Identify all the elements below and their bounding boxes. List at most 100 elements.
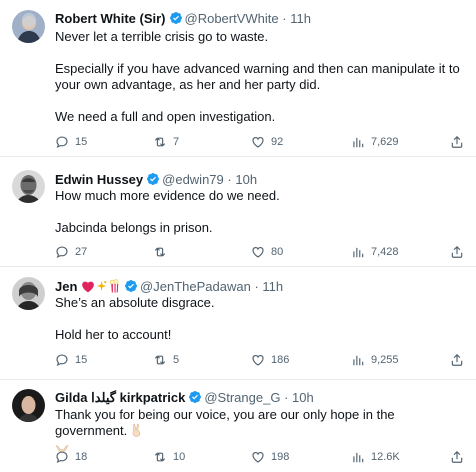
action-bar: 15 7 92 7,629: [55, 134, 470, 150]
timestamp[interactable]: 10h: [235, 172, 257, 187]
tweet-text: Never let a terrible crisis go to waste.…: [55, 29, 465, 125]
retweet-count: 5: [173, 354, 180, 366]
retweet-button[interactable]: [153, 244, 173, 260]
verified-badge-icon: [169, 11, 183, 25]
view-count: 7,629: [371, 136, 399, 148]
user-handle[interactable]: @RobertVWhite: [185, 11, 279, 26]
retweet-count: 10: [173, 451, 186, 463]
reply-icon: [55, 135, 69, 149]
retweet-icon: [153, 245, 167, 259]
like-icon: [251, 245, 265, 259]
tweet[interactable]: Gilda گیلدا kirkpatrick @Strange_G · 10h …: [0, 380, 476, 472]
reply-button[interactable]: 18: [55, 449, 87, 465]
like-count: 92: [271, 136, 284, 148]
retweet-icon: [153, 135, 167, 149]
views-icon: [351, 450, 365, 464]
share-button[interactable]: [450, 449, 464, 465]
like-icon: [251, 450, 265, 464]
tweet-paragraph: Jabcinda belongs in prison.: [55, 220, 213, 235]
reply-count: 15: [75, 136, 88, 148]
reply-icon: [55, 245, 69, 259]
retweet-button[interactable]: 10: [153, 449, 185, 465]
share-button[interactable]: [450, 244, 464, 260]
tweet-header: Robert White (Sir) @RobertVWhite · 11h: [55, 10, 311, 28]
like-count: 186: [271, 354, 290, 366]
tweet-header: Edwin Hussey @edwin79 · 10h: [55, 171, 257, 189]
user-handle[interactable]: @JenThePadawan: [140, 279, 251, 294]
separator-dot: ·: [282, 11, 287, 26]
tweet-paragraph: Never let a terrible crisis go to waste.: [55, 29, 269, 44]
reply-icon: [55, 353, 69, 367]
tweet-paragraph: We need a full and open investigation.: [55, 109, 276, 124]
like-count: 80: [271, 246, 284, 258]
timestamp[interactable]: 11h: [262, 279, 283, 294]
avatar[interactable]: [12, 10, 45, 43]
action-bar: 27 80 7,428: [55, 244, 470, 260]
avatar[interactable]: [12, 389, 45, 422]
tweet-paragraph: Hold her to account!: [55, 327, 172, 342]
share-icon: [450, 245, 464, 259]
verified-badge-icon: [188, 390, 202, 404]
views-icon: [351, 353, 365, 367]
tweet-text: How much more evidence do we need. Jabci…: [55, 188, 465, 236]
timestamp[interactable]: 11h: [290, 11, 311, 26]
tweet-text: She’s an absolute disgrace. Hold her to …: [55, 295, 465, 343]
verified-badge-icon: [146, 172, 160, 186]
views-button[interactable]: 12.6K: [351, 449, 400, 465]
tweet-paragraph: Especially if you have advanced warning …: [55, 61, 460, 92]
share-button[interactable]: [450, 134, 464, 150]
reply-button[interactable]: 27: [55, 244, 87, 260]
retweet-icon: [153, 450, 167, 464]
verified-badge-icon: [124, 279, 138, 293]
victory-hand-emoji-icon: [131, 423, 143, 441]
like-icon: [251, 353, 265, 367]
views-button[interactable]: 9,255: [351, 352, 399, 368]
display-name[interactable]: Edwin Hussey: [55, 172, 143, 187]
share-icon: [450, 353, 464, 367]
action-bar: 15 5 186 9,255: [55, 352, 470, 368]
views-icon: [351, 245, 365, 259]
user-handle[interactable]: @edwin79: [162, 172, 224, 187]
tweet[interactable]: Jen @JenThePadawan · 11h She’s an absolu…: [0, 267, 476, 380]
reply-icon: [55, 450, 69, 464]
display-name[interactable]: Jen: [55, 279, 77, 294]
display-name[interactable]: Gilda گیلدا kirkpatrick: [55, 390, 185, 405]
view-count: 7,428: [371, 246, 399, 258]
separator-dot: ·: [227, 172, 232, 187]
tweet[interactable]: Robert White (Sir) @RobertVWhite · 11h Ne…: [0, 0, 476, 157]
tweet[interactable]: Edwin Hussey @edwin79 · 10h How much more…: [0, 157, 476, 267]
retweet-icon: [153, 353, 167, 367]
tweet-header: Gilda گیلدا kirkpatrick @Strange_G · 10h: [55, 389, 314, 407]
share-icon: [450, 135, 464, 149]
view-count: 9,255: [371, 354, 399, 366]
tweet-header: Jen @JenThePadawan · 11h: [55, 278, 283, 296]
reply-button[interactable]: 15: [55, 352, 87, 368]
user-handle[interactable]: @Strange_G: [204, 390, 280, 405]
like-button[interactable]: 198: [251, 449, 289, 465]
separator-dot: ·: [284, 390, 289, 405]
like-button[interactable]: 92: [251, 134, 283, 150]
views-icon: [351, 135, 365, 149]
tweet-paragraph: How much more evidence do we need.: [55, 188, 280, 203]
reply-count: 18: [75, 451, 88, 463]
timestamp[interactable]: 10h: [292, 390, 314, 405]
display-name[interactable]: Robert White (Sir): [55, 11, 166, 26]
views-button[interactable]: 7,428: [351, 244, 399, 260]
retweet-button[interactable]: 7: [153, 134, 179, 150]
reply-count: 15: [75, 354, 88, 366]
retweet-count: 7: [173, 136, 180, 148]
retweet-button[interactable]: 5: [153, 352, 179, 368]
like-button[interactable]: 80: [251, 244, 283, 260]
reply-count: 27: [75, 246, 88, 258]
share-icon: [450, 450, 464, 464]
reply-button[interactable]: 15: [55, 134, 87, 150]
like-count: 198: [271, 451, 290, 463]
avatar[interactable]: [12, 170, 45, 203]
like-button[interactable]: 186: [251, 352, 289, 368]
separator-dot: ·: [254, 279, 259, 294]
tweet-paragraph: She’s an absolute disgrace.: [55, 295, 215, 310]
view-count: 12.6K: [371, 451, 400, 463]
views-button[interactable]: 7,629: [351, 134, 399, 150]
share-button[interactable]: [450, 352, 464, 368]
avatar[interactable]: [12, 277, 45, 310]
